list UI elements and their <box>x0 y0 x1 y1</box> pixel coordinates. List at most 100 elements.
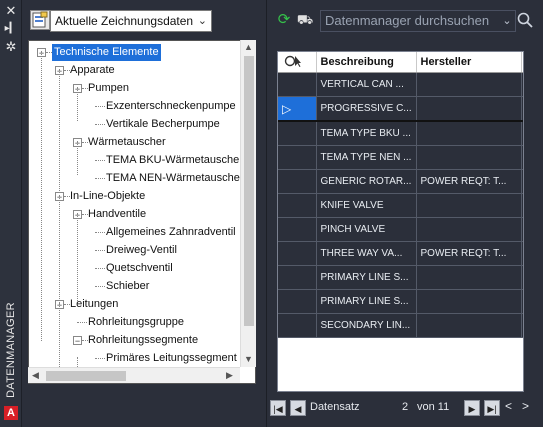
select-all-icon[interactable] <box>278 52 317 73</box>
row-header[interactable] <box>278 121 317 146</box>
tree-node[interactable]: Quetschventil <box>106 260 173 277</box>
row-header[interactable] <box>278 313 317 338</box>
close-icon[interactable]: ✕ <box>3 4 19 18</box>
cell-hersteller[interactable] <box>416 96 522 122</box>
row-header[interactable] <box>278 289 317 314</box>
cell-beschreibung[interactable]: SECONDARY LIN... <box>316 313 417 338</box>
tree-node[interactable]: Schieber <box>106 278 149 295</box>
scroll-right-icon[interactable]: ▶ <box>226 370 233 381</box>
table-row[interactable]: GENERIC ROTAR... POWER REQT: T... <box>278 169 523 194</box>
scroll-right-icon[interactable]: > <box>522 399 529 413</box>
chevron-down-icon[interactable]: ⌄ <box>198 11 207 31</box>
column-header-hersteller[interactable]: Hersteller <box>416 52 522 73</box>
row-header[interactable] <box>278 265 317 290</box>
tree-node[interactable]: Pumpen <box>88 80 129 97</box>
row-header[interactable] <box>278 241 317 266</box>
row-header[interactable] <box>278 193 317 218</box>
tree-horizontal-thumb[interactable] <box>46 371 126 381</box>
search-input[interactable]: Datenmanager durchsuchen <box>320 10 516 32</box>
cell-hersteller[interactable] <box>416 313 522 338</box>
tree-horizontal-scrollbar[interactable]: ◀ ▶ <box>28 367 240 383</box>
drawing-data-icon <box>30 10 50 30</box>
tree-node[interactable]: TEMA BKU-Wärmetauscher <box>106 152 243 169</box>
cell-extra <box>521 313 523 338</box>
table-row[interactable]: ▷ PROGRESSIVE C... <box>278 96 523 122</box>
row-header[interactable]: ▷ <box>278 96 317 122</box>
tree-view[interactable]: − Technische Elemente − Apparate − Pumpen Exze… <box>28 40 256 384</box>
table-row[interactable]: TEMA TYPE NEN ... <box>278 145 523 170</box>
cell-beschreibung[interactable]: PRIMARY LINE S... <box>316 265 417 290</box>
tree-node[interactable]: Dreiweg-Ventil <box>106 242 177 259</box>
cell-hersteller[interactable]: POWER REQT: T... <box>416 169 522 194</box>
table-row[interactable]: PINCH VALVE <box>278 217 523 242</box>
cell-beschreibung[interactable]: PRIMARY LINE S... <box>316 289 417 314</box>
cell-hersteller[interactable] <box>416 289 522 314</box>
view-selector[interactable]: Aktuelle Zeichnungsdaten ⌄ <box>50 10 212 32</box>
cell-beschreibung[interactable]: VERTICAL CAN ... <box>316 72 417 97</box>
tree-node[interactable]: In-Line-Objekte <box>70 188 145 205</box>
tree-node[interactable]: Wärmetauscher <box>88 134 166 151</box>
cell-hersteller[interactable] <box>416 265 522 290</box>
cell-beschreibung[interactable]: PROGRESSIVE C... <box>316 96 417 122</box>
cell-beschreibung[interactable]: KNIFE VALVE <box>316 193 417 218</box>
cell-extra <box>521 96 523 122</box>
row-header[interactable] <box>278 217 317 242</box>
tree-node[interactable]: TEMA NEN-Wärmetauscher <box>106 170 244 187</box>
column-header-beschreibung[interactable]: Beschreibung <box>316 52 417 73</box>
zoom-to-item-icon[interactable]: ⛟ <box>296 12 314 28</box>
cell-extra <box>521 145 523 170</box>
tree-node[interactable]: Rohrleitungssegmente <box>88 332 198 349</box>
cell-extra <box>521 265 523 290</box>
table-row[interactable]: THREE WAY VA... POWER REQT: T... <box>278 241 523 266</box>
refresh-icon[interactable]: ⟳ <box>276 12 292 28</box>
first-record-button[interactable]: |◀ <box>270 400 286 416</box>
tree-vertical-scrollbar[interactable]: ▲ ▼ <box>240 40 256 367</box>
table-row[interactable]: VERTICAL CAN ... <box>278 72 523 97</box>
cell-beschreibung[interactable]: TEMA TYPE BKU ... <box>316 121 417 146</box>
tree-expander-icon[interactable]: − <box>73 336 82 346</box>
cell-hersteller[interactable] <box>416 72 522 97</box>
next-record-button[interactable]: ▶ <box>464 400 480 416</box>
scroll-left-icon[interactable]: < <box>505 399 512 413</box>
scroll-left-icon[interactable]: ◀ <box>32 370 39 381</box>
cell-hersteller[interactable]: POWER REQT: T... <box>416 241 522 266</box>
row-header[interactable] <box>278 169 317 194</box>
search-icon[interactable] <box>516 12 534 30</box>
row-header[interactable] <box>278 72 317 97</box>
tree-node[interactable]: Exzenterschneckenpumpe <box>106 98 236 115</box>
table-row[interactable]: TEMA TYPE BKU ... <box>278 121 523 146</box>
tree-node[interactable]: Technische Elemente <box>52 44 161 61</box>
table-body: VERTICAL CAN ... ▷ PROGRESSIVE C... TEMA TY… <box>278 72 523 338</box>
tree-vertical-thumb[interactable] <box>244 56 254 326</box>
cell-beschreibung[interactable]: GENERIC ROTAR... <box>316 169 417 194</box>
tree-node[interactable]: Primäres Leitungssegment <box>106 350 237 367</box>
cell-beschreibung[interactable]: THREE WAY VA... <box>316 241 417 266</box>
tree-node[interactable]: Apparate <box>70 62 115 79</box>
table-row[interactable]: KNIFE VALVE <box>278 193 523 218</box>
cell-beschreibung[interactable]: TEMA TYPE NEN ... <box>316 145 417 170</box>
tree-node[interactable]: Vertikale Becherpumpe <box>106 116 220 133</box>
table-row[interactable]: PRIMARY LINE S... <box>278 265 523 290</box>
cell-hersteller[interactable] <box>416 121 522 146</box>
tree-node[interactable]: Rohrleitungsgruppe <box>88 314 184 331</box>
cell-hersteller[interactable] <box>416 193 522 218</box>
tree-node[interactable]: Handventile <box>88 206 146 223</box>
table-row[interactable]: SECONDARY LIN... <box>278 313 523 338</box>
properties-icon[interactable]: ✲ <box>3 40 19 54</box>
previous-record-button[interactable]: ◀ <box>290 400 306 416</box>
record-number[interactable]: 2 <box>402 401 408 413</box>
data-grid[interactable]: Beschreibung Hersteller VERTICAL CAN ...… <box>277 51 524 392</box>
row-header[interactable] <box>278 145 317 170</box>
auto-hide-icon[interactable]: ▸▎ <box>3 22 19 36</box>
tree-node[interactable]: Allgemeines Zahnradventil <box>106 224 236 241</box>
cell-extra <box>521 217 523 242</box>
table-row[interactable]: PRIMARY LINE S... <box>278 289 523 314</box>
cell-beschreibung[interactable]: PINCH VALVE <box>316 217 417 242</box>
cell-hersteller[interactable] <box>416 217 522 242</box>
chevron-down-icon[interactable]: ⌄ <box>500 10 514 32</box>
scroll-up-icon[interactable]: ▲ <box>244 42 253 52</box>
record-count: von 11 <box>417 401 450 413</box>
cell-hersteller[interactable] <box>416 145 522 170</box>
scroll-down-icon[interactable]: ▼ <box>244 354 253 364</box>
last-record-button[interactable]: ▶| <box>484 400 500 416</box>
